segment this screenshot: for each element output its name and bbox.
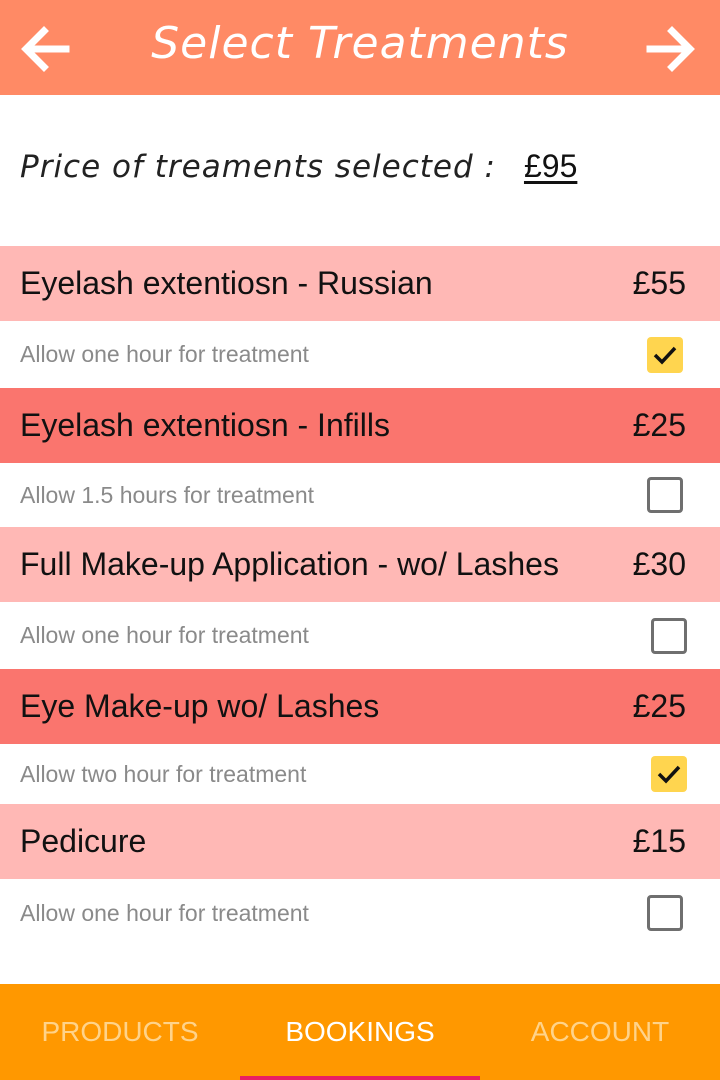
price-label: Price of treaments selected : [20, 149, 496, 185]
tab-label: ACCOUNT [530, 1016, 670, 1047]
treatment-header[interactable]: Pedicure £15 [0, 804, 720, 879]
treatment-checkbox[interactable] [647, 477, 683, 513]
treatment-detail: Allow one hour for treatment [0, 879, 720, 947]
treatment-note: Allow two hour for treatment [20, 760, 307, 787]
treatment-checkbox[interactable] [647, 895, 683, 931]
treatment-header[interactable]: Eye Make-up wo/ Lashes £25 [0, 669, 720, 744]
treatment-price: £25 [632, 407, 686, 443]
checkmark-icon [657, 765, 681, 784]
treatment-name: Eyelash extentiosn - Infills [20, 407, 390, 443]
treatment-note: Allow one hour for treatment [20, 899, 309, 926]
treatment-name: Pedicure [20, 823, 147, 859]
tab-account[interactable]: ACCOUNT [480, 984, 720, 1080]
treatment-detail: Allow two hour for treatment [0, 744, 720, 804]
treatment-name: Eyelash extentiosn - Russian [20, 265, 433, 301]
treatment-note: Allow 1.5 hours for treatment [20, 481, 315, 508]
treatment-checkbox[interactable] [651, 617, 687, 654]
treatment-price: £15 [632, 823, 686, 859]
tab-products[interactable]: PRODUCTS [0, 984, 240, 1080]
tab-label: PRODUCTS [41, 1016, 199, 1047]
treatment-checkbox[interactable] [647, 336, 683, 373]
treatment-detail: Allow 1.5 hours for treatment [0, 463, 720, 527]
price-total: £95 [523, 148, 578, 184]
tab-bookings[interactable]: BOOKINGS [240, 984, 480, 1080]
arrow-right-icon [646, 26, 695, 72]
treatment-name: Full Make-up Application - wo/ Lashes [20, 546, 559, 582]
treatment-header[interactable]: Eyelash extentiosn - Russian £55 [0, 246, 720, 321]
treatment-checkbox[interactable] [651, 756, 687, 792]
active-tab-indicator [240, 1076, 480, 1080]
checkmark-icon [653, 346, 677, 365]
treatment-name: Eye Make-up wo/ Lashes [20, 688, 380, 724]
treatment-note: Allow one hour for treatment [20, 622, 309, 648]
tab-label: BOOKINGS [285, 1016, 435, 1047]
app-header: Select Treatments [0, 0, 720, 95]
treatment-header[interactable]: Full Make-up Application - wo/ Lashes £3… [0, 527, 720, 602]
treatment-price: £55 [632, 265, 686, 301]
forward-button[interactable] [644, 22, 698, 76]
treatment-detail: Allow one hour for treatment [0, 602, 720, 669]
bottom-tab-bar: PRODUCTS BOOKINGS ACCOUNT [0, 984, 720, 1080]
treatment-header[interactable]: Eyelash extentiosn - Infills £25 [0, 388, 720, 463]
price-summary: Price of treaments selected : £95 [20, 148, 577, 192]
treatment-detail: Allow one hour for treatment [0, 321, 720, 388]
treatment-price: £25 [632, 688, 686, 724]
treatment-note: Allow one hour for treatment [20, 341, 309, 367]
page-title: Select Treatments [151, 18, 569, 69]
treatment-price: £30 [632, 546, 686, 582]
treatment-list: Eyelash extentiosn - Russian £55 Allow o… [0, 246, 720, 947]
